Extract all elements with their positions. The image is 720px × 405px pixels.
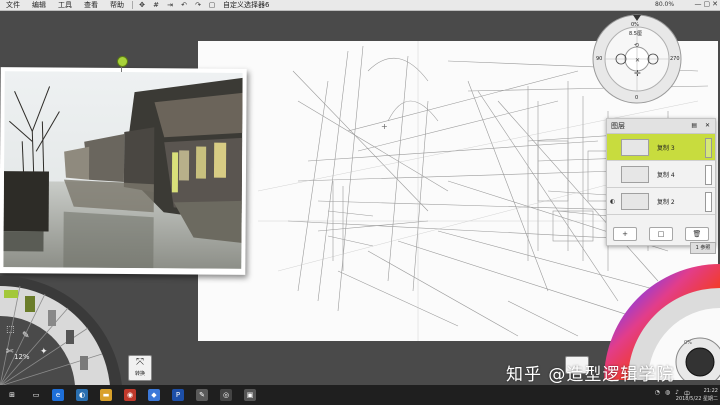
svg-text:+: + bbox=[381, 122, 388, 131]
edge-icon[interactable]: e bbox=[52, 389, 64, 401]
layer-name: 复制 4 bbox=[657, 171, 675, 179]
navigation-rose[interactable]: ✕ ✛ ⟲ 0% 8.5厘 90 270 0 bbox=[588, 13, 686, 105]
watermark-text: 知乎 @造型逻辑学院 bbox=[506, 365, 675, 385]
start-icon[interactable]: ⊞ bbox=[6, 389, 18, 401]
svg-text:✕: ✕ bbox=[635, 57, 640, 64]
redo-icon[interactable]: ↷ bbox=[191, 1, 205, 9]
rose-left-label: 90 bbox=[596, 56, 603, 62]
menu-divider bbox=[132, 1, 133, 9]
layer-thumbnail bbox=[621, 165, 649, 183]
menu-tools[interactable]: 工具 bbox=[52, 0, 78, 10]
rose-right-label: 270 bbox=[670, 56, 680, 62]
layers-close-icon[interactable]: ✕ bbox=[705, 119, 710, 133]
delete-layer-button[interactable]: 🗑 bbox=[685, 227, 709, 241]
svg-text:✦: ✦ bbox=[40, 347, 48, 357]
app-icon[interactable]: ◎ bbox=[220, 389, 232, 401]
layers-title: 图层 bbox=[611, 122, 625, 130]
tool-wheel-dial: ⬚ ✎ ✦ ✄ bbox=[0, 275, 122, 387]
layer-item[interactable]: 复制 3 bbox=[607, 134, 715, 161]
clock-date: 2018/5/22 星期二 bbox=[675, 396, 718, 402]
layer-blend-icon[interactable]: ◐ bbox=[610, 198, 615, 205]
svg-text:✛: ✛ bbox=[634, 69, 641, 78]
rose-top-label: 0% bbox=[631, 22, 639, 28]
app-icon[interactable]: ◉ bbox=[124, 389, 136, 401]
svg-text:⬚: ⬚ bbox=[6, 325, 15, 335]
reference-photo[interactable] bbox=[0, 67, 247, 275]
app-icon[interactable]: ◐ bbox=[76, 389, 88, 401]
layer-thumbnail bbox=[621, 138, 649, 156]
task-view-icon[interactable]: ▭ bbox=[30, 389, 42, 401]
layer-thumbnail bbox=[621, 192, 649, 210]
grid-icon[interactable]: # bbox=[149, 1, 163, 9]
document-title: 自定义选择器6 bbox=[223, 1, 270, 9]
sketchbook-icon[interactable]: ✎ bbox=[196, 389, 208, 401]
zoom-readout: 80.0% bbox=[655, 1, 675, 8]
layer-opacity-bar[interactable] bbox=[705, 165, 712, 185]
add-layer-button[interactable]: + bbox=[613, 227, 637, 241]
maximize-icon[interactable]: ▢ bbox=[704, 0, 711, 8]
close-icon[interactable]: ✕ bbox=[712, 0, 718, 8]
network-icon[interactable]: ◍ bbox=[665, 389, 670, 398]
tool-wheel[interactable]: ⬚ ✎ ✦ ✄ bbox=[0, 275, 125, 387]
layer-opacity-bar[interactable] bbox=[705, 192, 712, 212]
sidebar-icon[interactable]: ⇥ bbox=[163, 1, 177, 9]
menu-file[interactable]: 文件 bbox=[0, 0, 26, 10]
document-icon: ▢ bbox=[208, 1, 216, 9]
menu-edit[interactable]: 编辑 bbox=[26, 0, 52, 10]
undo-icon[interactable]: ↶ bbox=[177, 1, 191, 9]
layer-opacity-bar[interactable] bbox=[705, 138, 712, 158]
folder-icon[interactable]: ▬ bbox=[100, 389, 112, 401]
reference-button[interactable]: 1 参照 bbox=[690, 242, 716, 254]
svg-text:✎: ✎ bbox=[22, 331, 30, 341]
menu-bar: 文件 编辑 工具 查看 帮助 ✥ # ⇥ ↶ ↷ ▢ 自定义选择器6 bbox=[0, 0, 720, 11]
wechat-icon[interactable]: ◔ bbox=[655, 389, 660, 398]
app-icon[interactable]: P bbox=[172, 389, 184, 401]
menu-help[interactable]: 帮助 bbox=[104, 0, 130, 10]
window-controls: — ▢ ✕ bbox=[695, 0, 719, 8]
layer-name: 复制 3 bbox=[657, 144, 675, 152]
app-icon[interactable]: ◆ bbox=[148, 389, 160, 401]
layers-header: 图层 ▤ ✕ bbox=[607, 119, 715, 134]
rose-size-label: 8.5厘 bbox=[629, 31, 642, 37]
layers-panel: 图层 ▤ ✕ 复制 3 复制 4 ◐ 复制 2 + □ 🗑 bbox=[606, 118, 716, 246]
folder-layer-button[interactable]: □ bbox=[649, 227, 673, 241]
move-tool-icon[interactable]: ✥ bbox=[135, 1, 149, 9]
svg-text:⟲: ⟲ bbox=[634, 42, 639, 49]
svg-text:0%: 0% bbox=[684, 340, 692, 346]
taskbar: ⊞ ▭ e ◐ ▬ ◉ ◆ P ✎ ◎ ▣ ◔ ◍ ♪ 中 21:22 2018… bbox=[0, 385, 720, 405]
svg-text:✄: ✄ bbox=[6, 347, 14, 357]
transform-icon: ⤧ bbox=[136, 357, 144, 368]
clock-time: 21:22 bbox=[703, 388, 718, 394]
layer-item[interactable]: ◐ 复制 2 bbox=[607, 188, 715, 215]
layer-item[interactable]: 复制 4 bbox=[607, 161, 715, 188]
minimize-icon[interactable]: — bbox=[695, 0, 702, 8]
menu-view[interactable]: 查看 bbox=[78, 0, 104, 10]
taskbar-clock[interactable]: 21:22 2018/5/22 星期二 bbox=[676, 387, 718, 403]
layers-menu-icon[interactable]: ▤ bbox=[691, 119, 697, 133]
transform-button[interactable]: ⤧ 转换 bbox=[128, 355, 152, 381]
transform-label: 转换 bbox=[134, 371, 145, 377]
reference-photo-image bbox=[3, 71, 243, 269]
layer-name: 复制 2 bbox=[657, 198, 675, 206]
app-icon[interactable]: ▣ bbox=[244, 389, 256, 401]
rose-bottom-label: 0 bbox=[635, 95, 639, 101]
zoom-percent: 12% bbox=[14, 353, 30, 361]
pushpin-icon[interactable] bbox=[117, 56, 128, 67]
